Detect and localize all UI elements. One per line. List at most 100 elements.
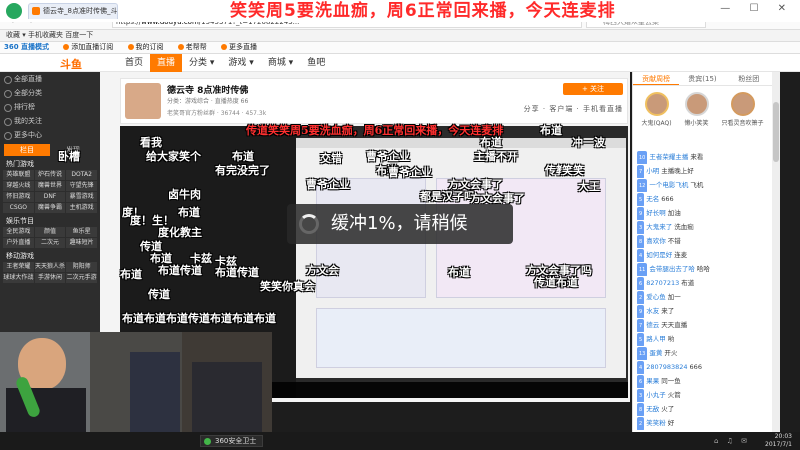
chat-username[interactable]: 王者荣耀主播 [649,153,688,161]
sidebar-game-item[interactable]: 英雄联盟 [3,170,34,180]
level-badge: 7 [637,165,645,178]
toolbar-item[interactable]: 我的订阅 [127,43,164,51]
chat-username[interactable]: 如何是好 [646,251,672,259]
scrollbar-thumb[interactable] [773,102,779,162]
clock-time: 20:03 [774,433,792,440]
rank-name: 大鬼(QAQ) [641,120,672,127]
chat-message: 6 果果 同一鱼 [637,374,768,388]
rank-item[interactable]: 大鬼(QAQ) [641,92,672,146]
tab-fans[interactable]: 粉丝团 [726,72,772,85]
chat-message: 8 无敌 火了 [637,402,768,416]
taskbar-360-app[interactable]: 360安全卫士 [200,435,264,447]
rank-item[interactable]: 只看灵音吹箫子 [722,92,764,146]
tab-weekly-rank[interactable]: 贡献周榜 [633,72,680,85]
sidebar-game-item[interactable]: 颜值 [34,227,66,237]
danmaku-comment: 传道布道 [534,276,578,289]
sidebar-game-item[interactable]: 魔兽争霸 [34,203,66,213]
toolbar-item[interactable]: 添加直播订阅 [63,43,113,51]
chat-username[interactable]: 喜欢你 [646,237,666,245]
rank-item[interactable]: 懒小笑笑 [684,92,709,146]
chat-username[interactable]: 2807983824 [646,363,687,371]
nav-games[interactable]: 游戏 ▾ [221,54,260,72]
favorites-bar[interactable]: 收藏 ▾ 手机收藏夹 百度一下 [0,30,800,42]
chat-username[interactable]: 路人甲 [646,335,666,343]
entertainment-grid: 全民游戏 颜值 鱼乐星户外直播 二次元 趣味短片 [0,227,100,248]
sidebar-item-ranking[interactable]: 排行榜 [0,100,100,114]
chat-username[interactable]: 德云 [646,321,659,329]
chat-username[interactable]: 笑笑粉 [646,419,666,427]
sidebar-game-item[interactable]: 穿越火线 [3,181,34,191]
clock-date: 2017/7/1 [765,441,792,448]
chat-username[interactable]: 82707213 [646,279,679,287]
chat-scrollbar[interactable] [772,72,780,432]
sidebar-game-item[interactable]: 炉石传说 [34,170,66,180]
toolbar-360-logo[interactable]: 360 直播模式 [4,43,49,51]
chat-username[interactable]: 大鬼来了 [646,223,672,231]
browser-tab[interactable]: 德云寺_8点准时传佛_斗鱼 [28,3,118,19]
sidebar-game-item[interactable]: 暴雪游戏 [66,192,97,202]
sidebar-game-item[interactable]: DOTA2 [66,170,97,180]
sidebar-game-item[interactable]: CSGO [3,203,34,213]
sidebar-game-item[interactable]: DNF [34,192,66,202]
sidebar-game-item[interactable]: 怀旧游戏 [3,192,34,202]
level-badge: 9 [637,305,645,318]
douyu-logo[interactable]: 斗鱼 [60,56,102,71]
sidebar-game-item[interactable]: 户外直播 [3,238,34,248]
chat-username[interactable]: 一个电影飞机 [649,181,688,189]
chat-panel: 贡献周榜 贵宾(15) 粉丝团 大鬼(QAQ) 懒小笑笑 只看灵音吹箫子 10 王… [632,72,772,432]
sidebar-game-item[interactable]: 阴阳师 [66,262,97,272]
nav-category[interactable]: 分类 ▾ [182,54,221,72]
streamer-avatar[interactable] [125,83,161,119]
douyu-favicon-icon [32,7,40,15]
sidebar-game-item[interactable]: 主机游戏 [66,203,97,213]
chat-username[interactable]: 好长啊 [646,209,666,217]
sidebar-game-item[interactable]: 鱼乐星 [66,227,97,237]
chat-text: 加一 [667,293,681,301]
danmaku-comment: 布道 [480,136,502,149]
follow-button[interactable]: + 关注 [563,83,623,95]
window-controls[interactable]: — ☐ ✕ [720,3,794,14]
chat-username[interactable]: 会带腿出去了哈 [649,265,695,273]
sidebar-game-item[interactable]: 二次元 [34,238,66,248]
sidebar-item-all-category[interactable]: 全部分类 [0,86,100,100]
chat-username[interactable]: 爱心鱼 [646,293,666,301]
sidebar-game-item[interactable]: 魔兽世界 [34,181,66,191]
tab-vip[interactable]: 贵宾(15) [679,72,725,85]
tab-columns[interactable]: 栏目 [4,144,50,156]
chat-username[interactable]: 无名 [646,195,659,203]
chat-username[interactable]: 水友 [646,307,659,315]
sidebar-game-item[interactable]: 手游休闲 [34,273,66,283]
sidebar-game-item[interactable]: 趣味短片 [66,238,97,248]
share-row[interactable]: 分享 · 客户端 · 手机看直播 [524,104,623,114]
sidebar-item-all-live[interactable]: 全部直播 [0,72,100,86]
sidebar-game-item[interactable]: 全民游戏 [3,227,34,237]
chat-message: 7 小明 主播晚上好 [637,164,768,178]
sidebar-game-item[interactable]: 守望先锋 [66,181,97,191]
chat-username[interactable]: 无敌 [646,405,659,413]
sidebar-game-item[interactable]: 二次元手游 [66,273,97,283]
nav-fishbar[interactable]: 鱼吧 [300,54,332,72]
sidebar-game-item[interactable]: 王者荣耀 [3,262,34,272]
toolbar-item[interactable]: 更多直播 [221,43,257,51]
buffering-text: 缓冲1%，请稍候 [331,213,468,234]
level-badge: 5 [637,333,645,346]
sidebar-item-follow[interactable]: 我的关注 [0,114,100,128]
toolbar-item[interactable]: 老帮帮 [177,43,207,51]
chat-message: 12 一个电影飞机 飞机 [637,178,768,192]
nav-home[interactable]: 首页 [118,54,150,72]
browser-logo-icon[interactable] [6,3,22,19]
orange-dot-icon [63,44,70,50]
chat-username[interactable]: 小明 [646,167,659,175]
avatar [730,92,755,116]
chat-username[interactable]: 果果 [646,377,659,385]
chat-text: 飞机 [690,181,704,189]
sidebar-game-item[interactable]: 球球大作战 [3,273,34,283]
chat-username[interactable]: 蛋黄 [649,349,662,357]
sidebar-item-more[interactable]: 更多中心 [0,128,100,142]
system-tray-icon[interactable]: ⌂ ♫ ✉ [714,437,750,445]
nav-live[interactable]: 直播 [150,54,183,72]
sidebar-game-item[interactable]: 天天狼人杀 [34,262,66,272]
chat-username[interactable]: 小丸子 [646,391,666,399]
nav-shop[interactable]: 商城 ▾ [261,54,300,72]
danmaku-comment: 布道 [448,266,470,279]
